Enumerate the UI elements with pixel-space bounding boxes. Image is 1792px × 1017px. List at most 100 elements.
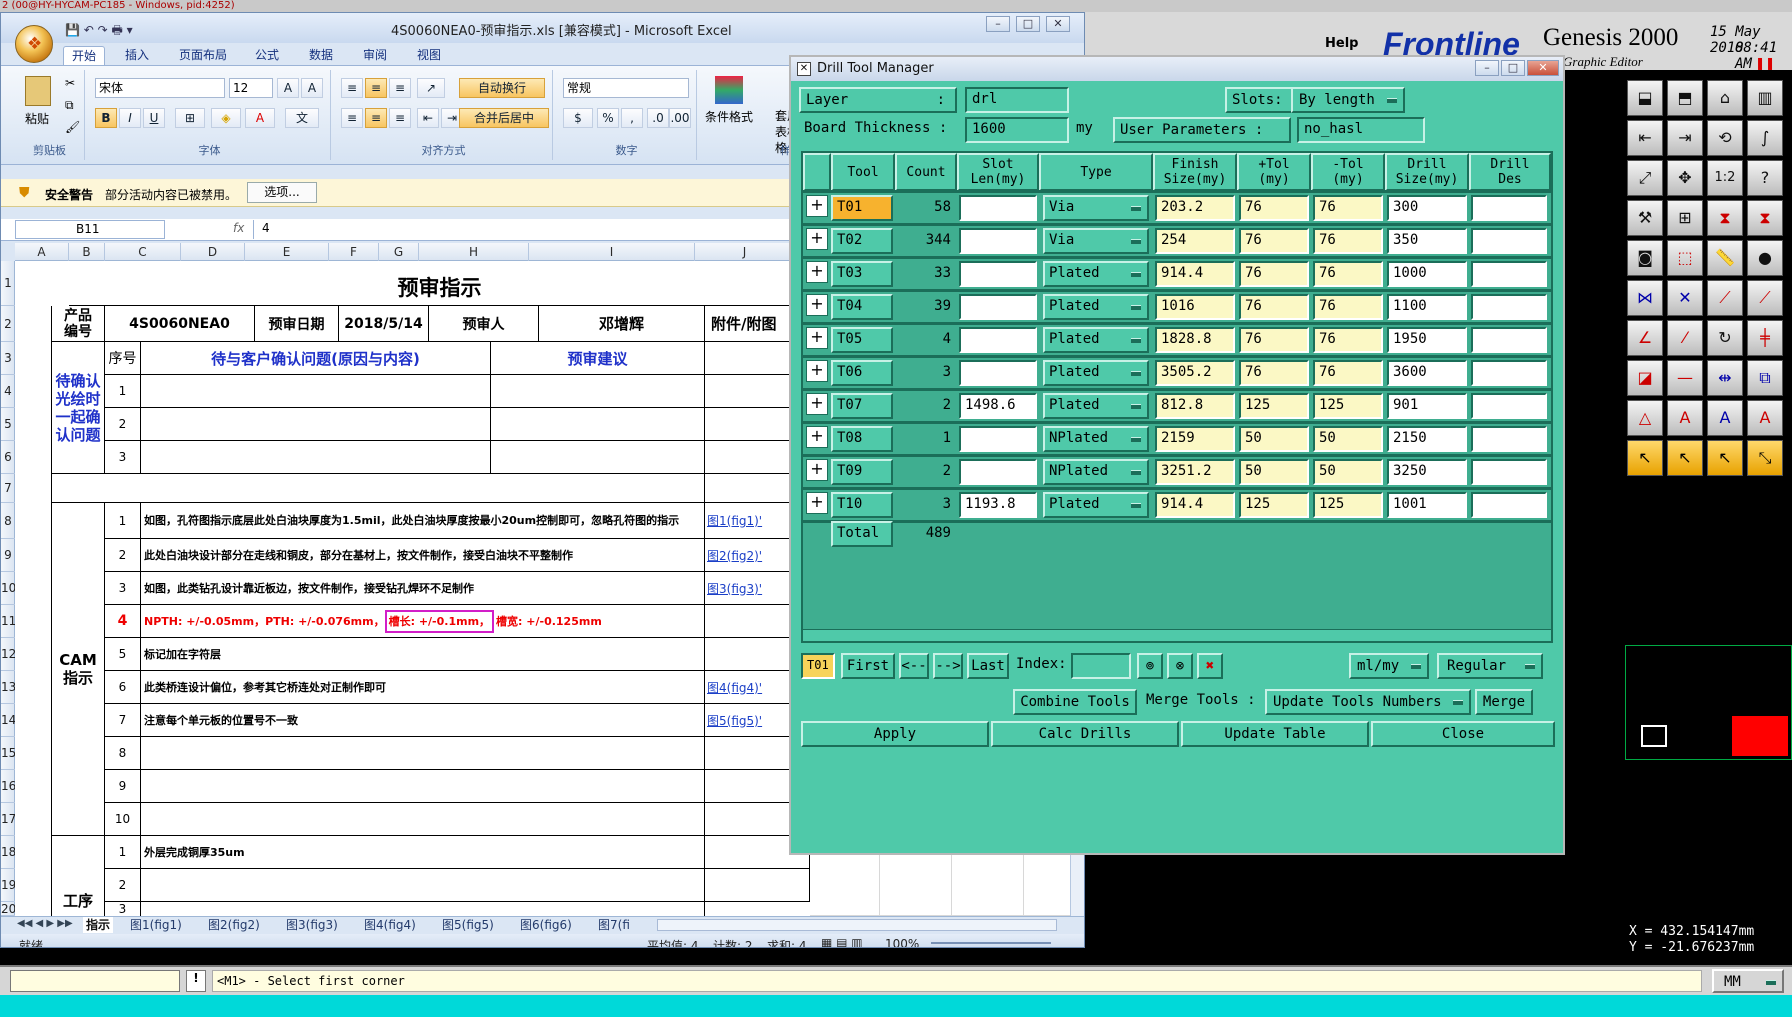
redraw-icon[interactable]: ⟲: [1707, 120, 1743, 156]
index-input[interactable]: [1071, 653, 1131, 679]
expand-row-icon[interactable]: +: [806, 393, 828, 415]
type-dropdown[interactable]: Plated: [1043, 327, 1149, 353]
paste-button[interactable]: 粘贴: [25, 110, 49, 127]
seq-header[interactable]: 序号: [105, 342, 141, 375]
finish-size-input[interactable]: 1016: [1155, 294, 1235, 320]
row-header[interactable]: 7: [1, 474, 15, 503]
orientation-button[interactable]: ↗: [417, 78, 445, 98]
fill-color-button[interactable]: ◈: [211, 108, 241, 128]
minimize-button[interactable]: –: [986, 16, 1010, 32]
font-color-button[interactable]: A: [245, 108, 275, 128]
type-dropdown[interactable]: Plated: [1043, 261, 1149, 287]
minus-tol-input[interactable]: 76: [1313, 195, 1383, 221]
sheet-nav-arrows[interactable]: ◀◀ ◀ ▶ ▶▶: [17, 918, 73, 929]
function-icon[interactable]: fx: [233, 221, 244, 235]
row-header[interactable]: 14: [1, 704, 16, 737]
seq-cell[interactable]: 1: [105, 503, 141, 539]
angle-icon[interactable]: ∠: [1627, 320, 1663, 356]
expand-row-icon[interactable]: +: [806, 360, 828, 382]
drill-des-input[interactable]: [1471, 459, 1547, 485]
cam-instruction-1[interactable]: 如图，孔符图指示底层此处白油块厚度为1.5mil，此处白油块厚度按最小20um控…: [141, 503, 705, 539]
layer-compare-icon[interactable]: ⧗: [1707, 200, 1743, 236]
row-header[interactable]: 17: [1, 803, 16, 836]
slot-len-input[interactable]: [959, 294, 1037, 320]
finish-size-input[interactable]: 2159: [1155, 426, 1235, 452]
product-code[interactable]: 4S0060NEA0: [105, 306, 255, 342]
drill-des-input[interactable]: [1471, 294, 1547, 320]
column-header[interactable]: J: [695, 243, 795, 261]
row-header[interactable]: 19: [1, 869, 16, 902]
drill-des-input[interactable]: [1471, 360, 1547, 386]
plus-tol-input[interactable]: 76: [1239, 360, 1309, 386]
merge-button[interactable]: Merge: [1475, 689, 1533, 715]
last-button[interactable]: Last: [967, 653, 1009, 679]
row-header[interactable]: 18: [1, 836, 16, 869]
box-point-icon[interactable]: ◪: [1627, 360, 1663, 396]
process-instruction-1[interactable]: 外层完成铜厚35um: [141, 836, 705, 869]
maximize-button[interactable]: □: [1016, 16, 1040, 32]
command-input[interactable]: [10, 970, 180, 992]
plus-tol-input[interactable]: 76: [1239, 327, 1309, 353]
tool-cell[interactable]: T09: [831, 459, 893, 485]
drill-des-input[interactable]: [1471, 393, 1547, 419]
plus-tol-input[interactable]: 76: [1239, 228, 1309, 254]
home-icon[interactable]: ⌂: [1707, 80, 1743, 116]
view-buttons[interactable]: ▦ ▤ ▥: [821, 936, 863, 947]
arc-point-icon[interactable]: ⟋: [1747, 280, 1783, 316]
finish-size-input[interactable]: 812.8: [1155, 393, 1235, 419]
dialog-maximize-button[interactable]: □: [1501, 60, 1525, 76]
drill-size-input[interactable]: 3250: [1387, 459, 1467, 485]
help-menu[interactable]: Help: [1325, 36, 1358, 51]
sheet-tab-fig1[interactable]: 图1(fig1): [127, 917, 185, 933]
drill-size-input[interactable]: 350: [1387, 228, 1467, 254]
minus-tol-input[interactable]: 76: [1313, 261, 1383, 287]
slot-len-input[interactable]: 1498.6: [959, 393, 1037, 419]
finish-size-input[interactable]: 1828.8: [1155, 327, 1235, 353]
format-painter-icon[interactable]: 🖌: [65, 120, 80, 134]
decrease-indent-button[interactable]: ⇤: [417, 108, 439, 128]
underline-button[interactable]: U: [143, 108, 165, 128]
edit-shape-icon[interactable]: ⬚: [1667, 240, 1703, 276]
query-icon[interactable]: ?: [1747, 160, 1783, 196]
row-header[interactable]: 13: [1, 671, 16, 704]
row-header[interactable]: 15: [1, 737, 16, 770]
next-button[interactable]: -->: [933, 653, 963, 679]
seq-cell[interactable]: 2: [105, 408, 141, 441]
cam-instruction-3[interactable]: 如图，此类钻孔设计靠近板边，按文件制作，接受钻孔焊环不足制作: [141, 572, 705, 605]
sheet-tab-fig7[interactable]: 图7(fi: [595, 917, 633, 933]
expand-row-icon[interactable]: +: [806, 459, 828, 481]
cell[interactable]: [141, 770, 705, 803]
close-button[interactable]: ✕: [1046, 16, 1070, 32]
sheet-title[interactable]: 预审指示: [69, 261, 810, 306]
first-button[interactable]: First: [841, 653, 895, 679]
combine-tools-button[interactable]: Combine Tools: [1013, 689, 1137, 715]
apply-button[interactable]: Apply: [801, 721, 989, 747]
align-left-button[interactable]: ≡: [341, 108, 363, 128]
slot-len-input[interactable]: [959, 459, 1037, 485]
font-name-select[interactable]: 宋体: [95, 78, 225, 98]
suggest-header[interactable]: 预审建议: [491, 342, 705, 375]
slot-len-input[interactable]: [959, 360, 1037, 386]
center-icon[interactable]: ✥: [1667, 160, 1703, 196]
plus-tol-input[interactable]: 125: [1239, 393, 1309, 419]
increase-decimal-button[interactable]: .0: [647, 108, 669, 128]
border-button[interactable]: ⊞: [175, 108, 205, 128]
align-bottom-button[interactable]: ≡: [389, 78, 411, 98]
tool-cell[interactable]: T04: [831, 294, 893, 320]
conditional-format-icon[interactable]: [715, 76, 743, 104]
drill-size-input[interactable]: 1000: [1387, 261, 1467, 287]
plus-tol-input[interactable]: 50: [1239, 426, 1309, 452]
drill-size-input[interactable]: 2150: [1387, 426, 1467, 452]
pan-right-icon[interactable]: ⇥: [1667, 120, 1703, 156]
plus-tol-input[interactable]: 50: [1239, 459, 1309, 485]
row-header[interactable]: 8: [1, 503, 15, 539]
layer-input[interactable]: drl: [965, 87, 1069, 113]
seq-cell[interactable]: 5: [105, 638, 141, 671]
row-header[interactable]: 5: [1, 408, 15, 441]
clear-icon[interactable]: ⊗: [1167, 653, 1193, 679]
cam-instruction-5[interactable]: 标记加在字符层: [141, 638, 705, 671]
grow-font-button[interactable]: A: [277, 78, 299, 98]
conditional-format-button[interactable]: 条件格式: [705, 108, 753, 125]
pointer-icon[interactable]: ↖: [1627, 440, 1663, 476]
finish-size-input[interactable]: 203.2: [1155, 195, 1235, 221]
